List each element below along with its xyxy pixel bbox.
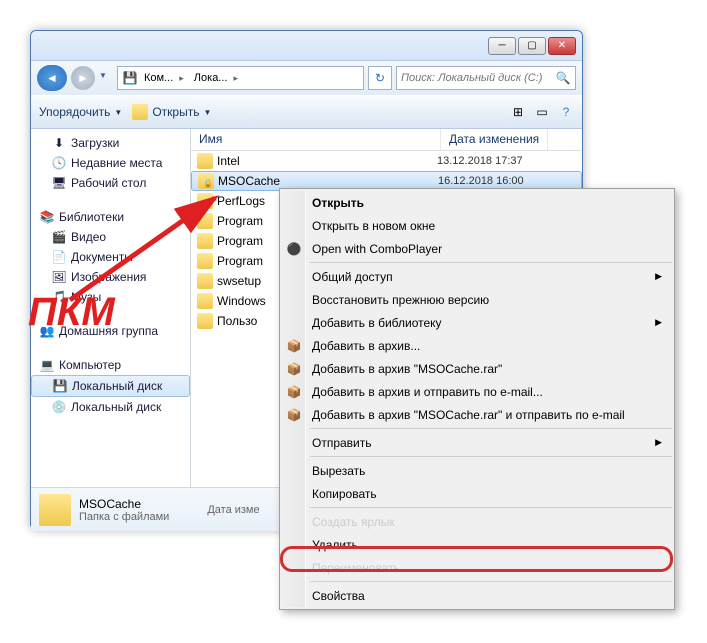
submenu-arrow-icon: ▶ <box>655 317 662 328</box>
ctx-restore-version[interactable]: Восстановить прежнюю версию <box>282 288 672 311</box>
documents-icon: 📄 <box>51 249 67 265</box>
search-input[interactable] <box>401 72 551 84</box>
address-bar[interactable]: 💾 Ком... Лока... <box>117 66 364 90</box>
sidebar-item-localdisk-d[interactable]: 💿Локальный диск <box>31 397 190 417</box>
organize-button[interactable]: Упорядочить ▼ <box>39 105 122 119</box>
preview-pane-icon[interactable]: ▭ <box>534 104 550 120</box>
context-menu: Открыть Открыть в новом окне ⚫Open with … <box>279 188 675 610</box>
column-headers: Имя Дата изменения <box>191 129 582 151</box>
ctx-send-to[interactable]: Отправить▶ <box>282 431 672 454</box>
maximize-button[interactable]: ▢ <box>518 37 546 55</box>
ctx-separator <box>310 262 672 263</box>
back-button[interactable]: ◄ <box>37 65 67 91</box>
breadcrumb-computer[interactable]: Ком... <box>140 70 188 86</box>
ctx-cut[interactable]: Вырезать <box>282 459 672 482</box>
folder-icon <box>197 293 213 309</box>
pictures-icon: 🖼 <box>51 269 67 285</box>
folder-icon <box>197 193 213 209</box>
column-date[interactable]: Дата изменения <box>441 129 548 150</box>
ctx-separator <box>310 456 672 457</box>
folder-icon <box>197 253 213 269</box>
sidebar-item-recent[interactable]: 🕓Недавние места <box>31 153 190 173</box>
folder-icon <box>132 104 148 120</box>
winrar-icon: 📦 <box>286 407 302 423</box>
ctx-add-archive[interactable]: 📦Добавить в архив... <box>282 334 672 357</box>
drive-icon: 💿 <box>51 399 67 415</box>
ctx-separator <box>310 581 672 582</box>
open-button[interactable]: Открыть ▼ <box>132 104 211 120</box>
sidebar-item-desktop[interactable]: 🖥Рабочий стол <box>31 173 190 193</box>
winrar-icon: 📦 <box>286 384 302 400</box>
submenu-arrow-icon: ▶ <box>655 437 662 448</box>
drive-icon: 💾 <box>122 70 138 86</box>
ctx-comboplayer[interactable]: ⚫Open with ComboPlayer <box>282 237 672 260</box>
homegroup-icon: 👥 <box>39 323 55 339</box>
sidebar-item-computer[interactable]: 💻Компьютер <box>31 355 190 375</box>
details-folder-icon <box>39 494 71 526</box>
column-name[interactable]: Имя <box>191 129 441 150</box>
folder-icon <box>197 273 213 289</box>
winrar-icon: 📦 <box>286 338 302 354</box>
details-date-label: Дата изме <box>207 504 259 516</box>
folder-icon <box>197 213 213 229</box>
ctx-add-library[interactable]: Добавить в библиотеку▶ <box>282 311 672 334</box>
search-icon: 🔍 <box>555 70 571 86</box>
drive-icon: 💾 <box>52 378 68 394</box>
ctx-archive-email-named[interactable]: 📦Добавить в архив "MSOCache.rar" и отпра… <box>282 403 672 426</box>
ctx-rename[interactable]: Переименовать <box>282 556 672 579</box>
ctx-separator <box>310 428 672 429</box>
comboplayer-icon: ⚫ <box>286 241 302 257</box>
submenu-arrow-icon: ▶ <box>655 271 662 282</box>
minimize-button[interactable]: ─ <box>488 37 516 55</box>
breadcrumb-localdisk[interactable]: Лока... <box>190 70 242 86</box>
winrar-icon: 📦 <box>286 361 302 377</box>
ctx-create-shortcut[interactable]: Создать ярлык <box>282 510 672 533</box>
computer-icon: 💻 <box>39 357 55 373</box>
ctx-share[interactable]: Общий доступ▶ <box>282 265 672 288</box>
folder-icon <box>197 233 213 249</box>
ctx-add-archive-named[interactable]: 📦Добавить в архив "MSOCache.rar" <box>282 357 672 380</box>
sidebar-item-videos[interactable]: 🎬Видео <box>31 227 190 247</box>
sidebar-item-libraries[interactable]: 📚Библиотеки <box>31 207 190 227</box>
ctx-properties[interactable]: Свойства <box>282 584 672 607</box>
music-icon: 🎵 <box>51 289 67 305</box>
titlebar: ─ ▢ ✕ <box>31 31 582 61</box>
libraries-icon: 📚 <box>39 209 55 225</box>
recent-icon: 🕓 <box>51 155 67 171</box>
toolbar: Упорядочить ▼ Открыть ▼ ⊞ ▭ ? <box>31 95 582 129</box>
folder-icon <box>197 153 213 169</box>
downloads-icon: ⬇ <box>51 135 67 151</box>
breadcrumb-tail[interactable] <box>244 76 256 80</box>
sidebar-item-pictures[interactable]: 🖼Изображения <box>31 267 190 287</box>
sidebar-item-homegroup[interactable]: 👥Домашняя группа <box>31 321 190 341</box>
forward-button[interactable]: ► <box>71 66 95 90</box>
close-button[interactable]: ✕ <box>548 37 576 55</box>
ctx-delete[interactable]: Удалить <box>282 533 672 556</box>
nav-history-dropdown[interactable]: ▼ <box>99 71 113 85</box>
view-options-icon[interactable]: ⊞ <box>510 104 526 120</box>
help-icon[interactable]: ? <box>558 104 574 120</box>
folder-icon <box>197 313 213 329</box>
details-type: Папка с файлами <box>79 511 169 523</box>
sidebar-item-downloads[interactable]: ⬇Загрузки <box>31 133 190 153</box>
sidebar-item-localdisk-c[interactable]: 💾Локальный диск <box>31 375 190 397</box>
video-icon: 🎬 <box>51 229 67 245</box>
locked-folder-icon <box>198 173 214 189</box>
file-row[interactable]: Intel13.12.2018 17:37 <box>191 151 582 171</box>
ctx-archive-email[interactable]: 📦Добавить в архив и отправить по e-mail.… <box>282 380 672 403</box>
ctx-separator <box>310 507 672 508</box>
sidebar-item-music[interactable]: 🎵Музы <box>31 287 190 307</box>
ctx-open-new-window[interactable]: Открыть в новом окне <box>282 214 672 237</box>
refresh-button[interactable]: ↻ <box>368 66 392 90</box>
details-name: MSOCache <box>79 497 169 511</box>
ctx-copy[interactable]: Копировать <box>282 482 672 505</box>
desktop-icon: 🖥 <box>51 175 67 191</box>
search-box[interactable]: 🔍 <box>396 66 576 90</box>
nav-bar: ◄ ► ▼ 💾 Ком... Лока... ↻ 🔍 <box>31 61 582 95</box>
ctx-open[interactable]: Открыть <box>282 191 672 214</box>
sidebar: ⬇Загрузки 🕓Недавние места 🖥Рабочий стол … <box>31 129 191 487</box>
sidebar-item-documents[interactable]: 📄Документы <box>31 247 190 267</box>
